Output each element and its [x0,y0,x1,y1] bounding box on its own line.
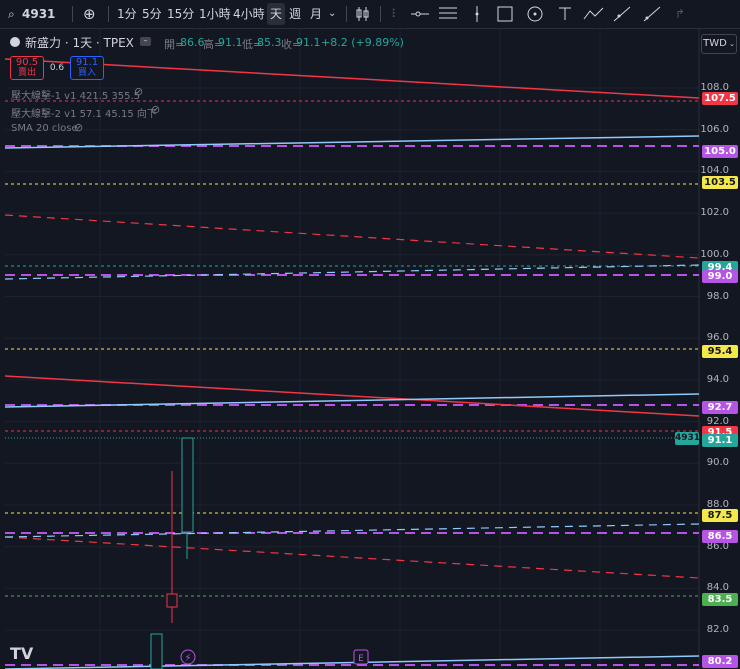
price-tag: 83.5 [702,592,738,606]
chevron-down-icon: ⌄ [726,40,735,48]
interval-1h[interactable]: 1小時 [199,0,231,28]
blue-trendline-bottom[interactable] [4,655,700,669]
price-tag: 95.4 [702,344,738,358]
search-icon[interactable]: ⌕ [8,0,15,28]
hidden-eye-icon[interactable]: ⊘ [134,85,143,98]
currency-value: TWD [703,38,727,49]
axis-tick-label: 96.0 [706,332,729,344]
ohlc-open: 86.6 [180,36,205,49]
interval-4h[interactable]: 4小時 [233,0,265,28]
blue-trendline-upper[interactable] [4,135,700,149]
interval-5m[interactable]: 5分 [142,0,162,28]
red-dashed-trendline-lower[interactable] [4,536,700,579]
sell-button[interactable]: 90.5 賣出 [10,56,44,80]
price-tag: 107.5 [702,92,738,106]
interval-1w[interactable]: 週 [289,0,301,28]
axis-tick-label: 88.0 [706,499,729,510]
axis-tick-label: 104.0 [700,165,729,177]
indicator-2-label[interactable]: 壓大線擊-2 v1 57.1 45.15 向下 [11,105,157,120]
undo-icon[interactable]: ↱ [675,0,685,28]
top-toolbar: ⌕ 4931 ⊕ 1分 5分 15分 1小時 4小時 天 週 月 ⌄ ⠇ ↱ [0,0,740,29]
ohlc-high: 91.1 [218,36,243,49]
lightning-icon: ⚡ [184,653,191,664]
indicator-3-label[interactable]: SMA 20 close [11,123,78,134]
axis-tick-label: 102.0 [700,207,729,219]
price-tag: 92.7 [702,401,738,414]
buy-label: 買入 [77,68,96,78]
spread-value: 0.6 [49,63,65,73]
symbol-logo-icon [10,37,20,47]
sell-label: 賣出 [17,68,36,78]
interval-1d[interactable]: 天 [267,3,286,25]
price-tag: 99.0 [702,269,738,283]
buy-button[interactable]: 91.1 買入 [70,56,104,80]
price-tag: 80.2 [702,655,738,668]
interval-1M[interactable]: 月 [310,0,322,28]
horizontal-ray-icon[interactable] [410,6,430,22]
rectangle-icon[interactable] [496,5,514,23]
polyline-icon[interactable] [583,5,605,23]
currency-select[interactable]: TWD ⌄ [701,34,737,54]
axis-tick-label: 94.0 [706,373,729,385]
red-dashed-trendline-upper[interactable] [4,214,700,259]
indicator-1-label[interactable]: 壓大線擊-1 v1 421.5 355.5 [11,87,140,102]
trend-line-icon[interactable] [612,5,632,23]
price-tag: 91.1 [702,434,738,448]
toolbar-divider [108,6,109,22]
ray-icon[interactable] [642,5,662,23]
collapse-legend-icon[interactable]: – [140,37,151,46]
axis-tick-label: 82.0 [706,624,729,636]
axis-tick-label: 84.0 [706,582,729,594]
blue-dashed-trendline-upper[interactable] [4,264,700,280]
axis-tick-label: 98.0 [706,290,729,302]
tradingview-logo[interactable]: TV [10,644,34,663]
candles-icon[interactable] [355,6,371,22]
hidden-eye-icon[interactable]: ⊘ [74,121,83,134]
circle-icon[interactable] [526,5,544,23]
text-icon[interactable] [556,5,574,23]
price-tag: 103.5 [702,175,738,189]
axis-tick-label: 106.0 [700,123,729,135]
symbol-price-tag: 4931 [675,432,701,445]
price-chart[interactable]: ⚡ E TV [0,29,740,669]
axis-tick-label: 100.0 [700,248,729,260]
drag-handle-icon[interactable]: ⠇ [391,0,400,28]
buy-price: 91.1 [75,57,99,68]
parallel-channel-icon[interactable] [438,5,458,23]
ohlc-close: 91.1 [296,36,321,49]
candle-up[interactable] [181,437,194,559]
toolbar-divider [346,6,347,22]
chart-title[interactable]: 新盛力 · 1天 · TPEX [25,34,134,51]
axis-tick-label: 92.0 [706,415,729,427]
interval-15m[interactable]: 15分 [167,0,194,28]
hidden-eye-icon[interactable]: ⊘ [151,103,160,116]
axis-tick-label: 108.0 [700,82,729,93]
ohlc-low: 85.3 [257,36,282,49]
price-tag: 86.5 [702,530,738,544]
axis-tick-label: 90.0 [706,457,729,469]
candle-partial[interactable] [150,633,163,669]
interval-1m[interactable]: 1分 [117,0,137,28]
price-tag: 105.0 [702,144,738,158]
interval-dropdown-icon[interactable]: ⌄ [328,0,336,28]
blue-dashed-trendline-lower[interactable] [4,523,700,538]
sell-price: 90.5 [15,57,39,68]
price-tag: 87.5 [702,509,738,523]
add-symbol-icon[interactable]: ⊕ [83,0,96,28]
toolbar-divider [72,6,73,22]
ohlc-change: +8.2 (+9.89%) [321,36,404,49]
vertical-line-icon[interactable] [470,5,484,23]
symbol-search[interactable]: 4931 [22,0,55,28]
earnings-event-label: E [358,654,364,664]
toolbar-divider [380,6,381,22]
